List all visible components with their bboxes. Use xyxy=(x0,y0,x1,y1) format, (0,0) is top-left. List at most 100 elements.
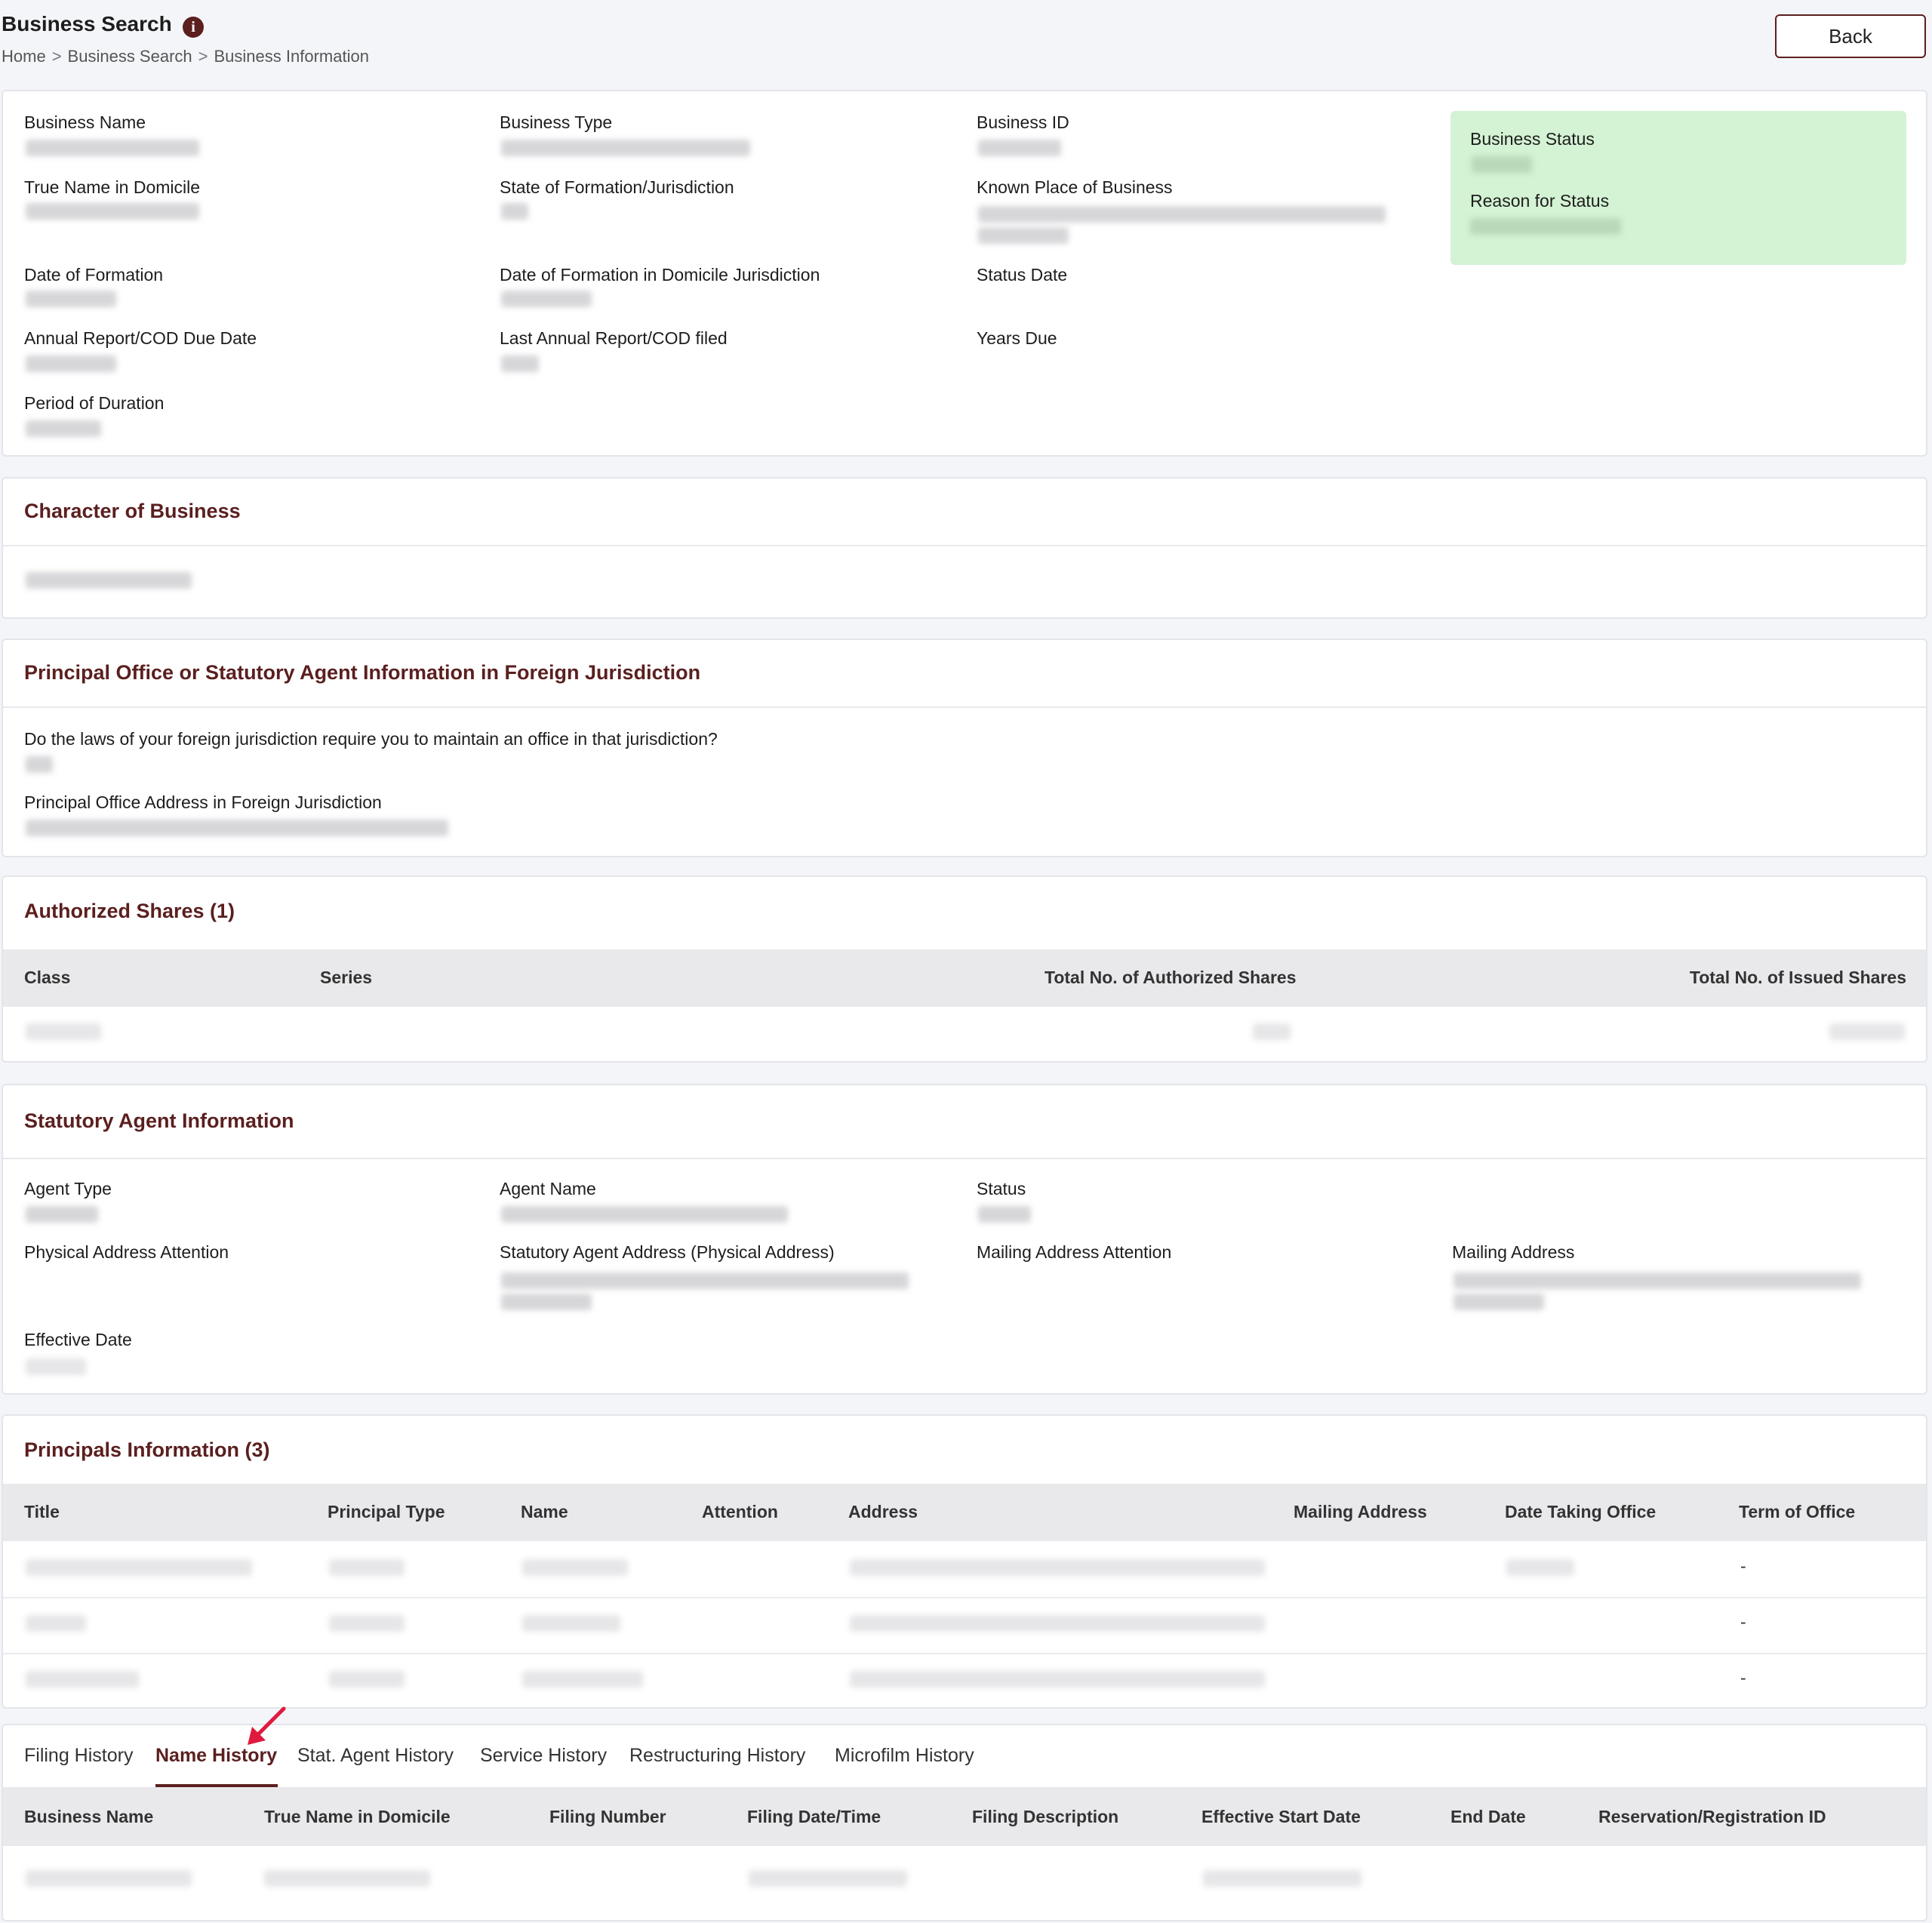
breadcrumb: Home > Business Search > Business Informatio… xyxy=(2,47,369,66)
statutory-agent-card: Statutory Agent Information Agent Type A… xyxy=(2,1084,1927,1395)
principal-office-address-label: Principal Office Address in Foreign Juri… xyxy=(24,792,382,812)
col-term-of-office: Term of Office xyxy=(1739,1502,1856,1521)
breadcrumb-home[interactable]: Home xyxy=(2,47,46,66)
col-filing-number: Filing Number xyxy=(549,1807,666,1826)
mailing-address-value xyxy=(1454,1272,1861,1289)
tab-filing-history[interactable]: Filing History xyxy=(24,1745,133,1767)
name-value xyxy=(522,1615,620,1632)
divider xyxy=(3,1158,1926,1159)
page-title: Business Search xyxy=(2,12,172,35)
class-value xyxy=(26,1023,101,1040)
date-formation-value xyxy=(26,291,116,307)
business-status-box: Business Status Reason for Status xyxy=(1451,111,1906,265)
true-name-label: True Name in Domicile xyxy=(24,177,201,197)
years-due-label: Years Due xyxy=(977,328,1057,348)
known-place-value xyxy=(978,206,1386,223)
issued-shares-value xyxy=(1829,1023,1905,1040)
history-card: Filing History Name History Stat. Agent … xyxy=(2,1724,1927,1921)
name-value xyxy=(522,1559,628,1576)
reason-for-status-value xyxy=(1470,218,1621,235)
col-mailing-address: Mailing Address xyxy=(1294,1502,1427,1521)
principal-type-value xyxy=(329,1671,405,1688)
annual-report-due-value xyxy=(26,355,116,372)
character-of-business-title: Character of Business xyxy=(24,500,241,522)
known-place-value-line2 xyxy=(978,227,1069,244)
tab-restructuring-history[interactable]: Restructuring History xyxy=(629,1745,805,1767)
principal-office-title: Principal Office or Statutory Agent Info… xyxy=(24,661,701,684)
row-divider xyxy=(3,1653,1926,1654)
col-end-date: End Date xyxy=(1451,1807,1526,1826)
statutory-agent-title: Statutory Agent Information xyxy=(24,1109,294,1132)
mailing-attention-label: Mailing Address Attention xyxy=(977,1242,1172,1262)
breadcrumb-business-search[interactable]: Business Search xyxy=(68,47,192,66)
tab-microfilm-history[interactable]: Microfilm History xyxy=(835,1745,974,1767)
foreign-office-question: Do the laws of your foreign jurisdiction… xyxy=(24,729,718,749)
annotation-arrow-icon xyxy=(248,1706,286,1745)
authorized-shares-value xyxy=(1253,1023,1291,1040)
name-value xyxy=(522,1671,643,1688)
col-business-name: Business Name xyxy=(24,1807,154,1826)
status-date-label: Status Date xyxy=(977,265,1068,285)
period-duration-label: Period of Duration xyxy=(24,393,165,413)
business-name-label: Business Name xyxy=(24,112,146,132)
col-reservation-registration-id: Reservation/Registration ID xyxy=(1598,1807,1826,1826)
address-value xyxy=(850,1671,1265,1688)
foreign-office-answer xyxy=(26,756,53,773)
tab-service-history[interactable]: Service History xyxy=(480,1745,607,1767)
col-total-authorized: Total No. of Authorized Shares xyxy=(1044,968,1297,987)
annual-report-due-label: Annual Report/COD Due Date xyxy=(24,328,257,348)
date-formation-domicile-value xyxy=(501,291,592,307)
divider xyxy=(3,545,1926,546)
effective-date-value xyxy=(26,1358,86,1375)
col-effective-start-date: Effective Start Date xyxy=(1201,1807,1361,1826)
period-duration-value xyxy=(26,420,101,437)
agent-type-label: Agent Type xyxy=(24,1179,112,1198)
principal-type-value xyxy=(329,1559,405,1576)
tab-stat-agent-history[interactable]: Stat. Agent History xyxy=(297,1745,454,1767)
col-attention: Attention xyxy=(702,1502,778,1521)
title-value xyxy=(26,1671,139,1688)
business-type-value xyxy=(501,140,750,156)
authorized-shares-title: Authorized Shares (1) xyxy=(24,900,235,922)
col-filing-description: Filing Description xyxy=(972,1807,1119,1826)
physical-attention-label: Physical Address Attention xyxy=(24,1242,229,1262)
business-status-label: Business Status xyxy=(1470,129,1595,149)
col-total-issued: Total No. of Issued Shares xyxy=(1689,968,1906,987)
date-formation-label: Date of Formation xyxy=(24,265,164,285)
agent-address-value xyxy=(501,1272,909,1289)
business-type-label: Business Type xyxy=(500,112,613,132)
col-principal-type: Principal Type xyxy=(328,1502,445,1521)
info-icon[interactable]: i xyxy=(183,17,204,38)
col-filing-date-time: Filing Date/Time xyxy=(747,1807,881,1826)
business-name-value xyxy=(26,1870,192,1887)
principal-type-value xyxy=(329,1615,405,1632)
state-formation-label: State of Formation/Jurisdiction xyxy=(500,177,734,197)
principal-office-address-value xyxy=(26,820,448,836)
agent-status-label: Status xyxy=(977,1179,1026,1198)
col-name: Name xyxy=(521,1502,568,1521)
agent-address-label: Statutory Agent Address (Physical Addres… xyxy=(500,1242,835,1262)
mailing-address-label: Mailing Address xyxy=(1452,1242,1575,1262)
agent-name-value xyxy=(501,1206,788,1223)
business-id-value xyxy=(978,140,1061,156)
col-address: Address xyxy=(848,1502,918,1521)
true-name-value xyxy=(26,203,199,220)
business-name-value xyxy=(26,140,199,156)
known-place-label: Known Place of Business xyxy=(977,177,1173,197)
col-series: Series xyxy=(320,968,373,987)
effective-start-date-value xyxy=(1203,1870,1361,1887)
title-value xyxy=(26,1615,86,1632)
business-info-card: Business Name Business Type Business ID … xyxy=(2,90,1927,457)
state-formation-value xyxy=(501,203,528,220)
last-annual-report-label: Last Annual Report/COD filed xyxy=(500,328,728,348)
chevron-right-icon: > xyxy=(198,47,208,66)
col-class: Class xyxy=(24,968,71,987)
authorized-shares-header: Class Series Total No. of Authorized Sha… xyxy=(3,949,1926,1007)
address-value xyxy=(850,1559,1265,1576)
principals-header: Title Principal Type Name Attention Addr… xyxy=(3,1484,1926,1541)
last-annual-report-value xyxy=(501,355,539,372)
agent-address-value-line2 xyxy=(501,1294,592,1310)
agent-name-label: Agent Name xyxy=(500,1179,596,1198)
back-button[interactable]: Back xyxy=(1775,14,1926,58)
term-of-office-value: - xyxy=(1740,1556,1746,1576)
